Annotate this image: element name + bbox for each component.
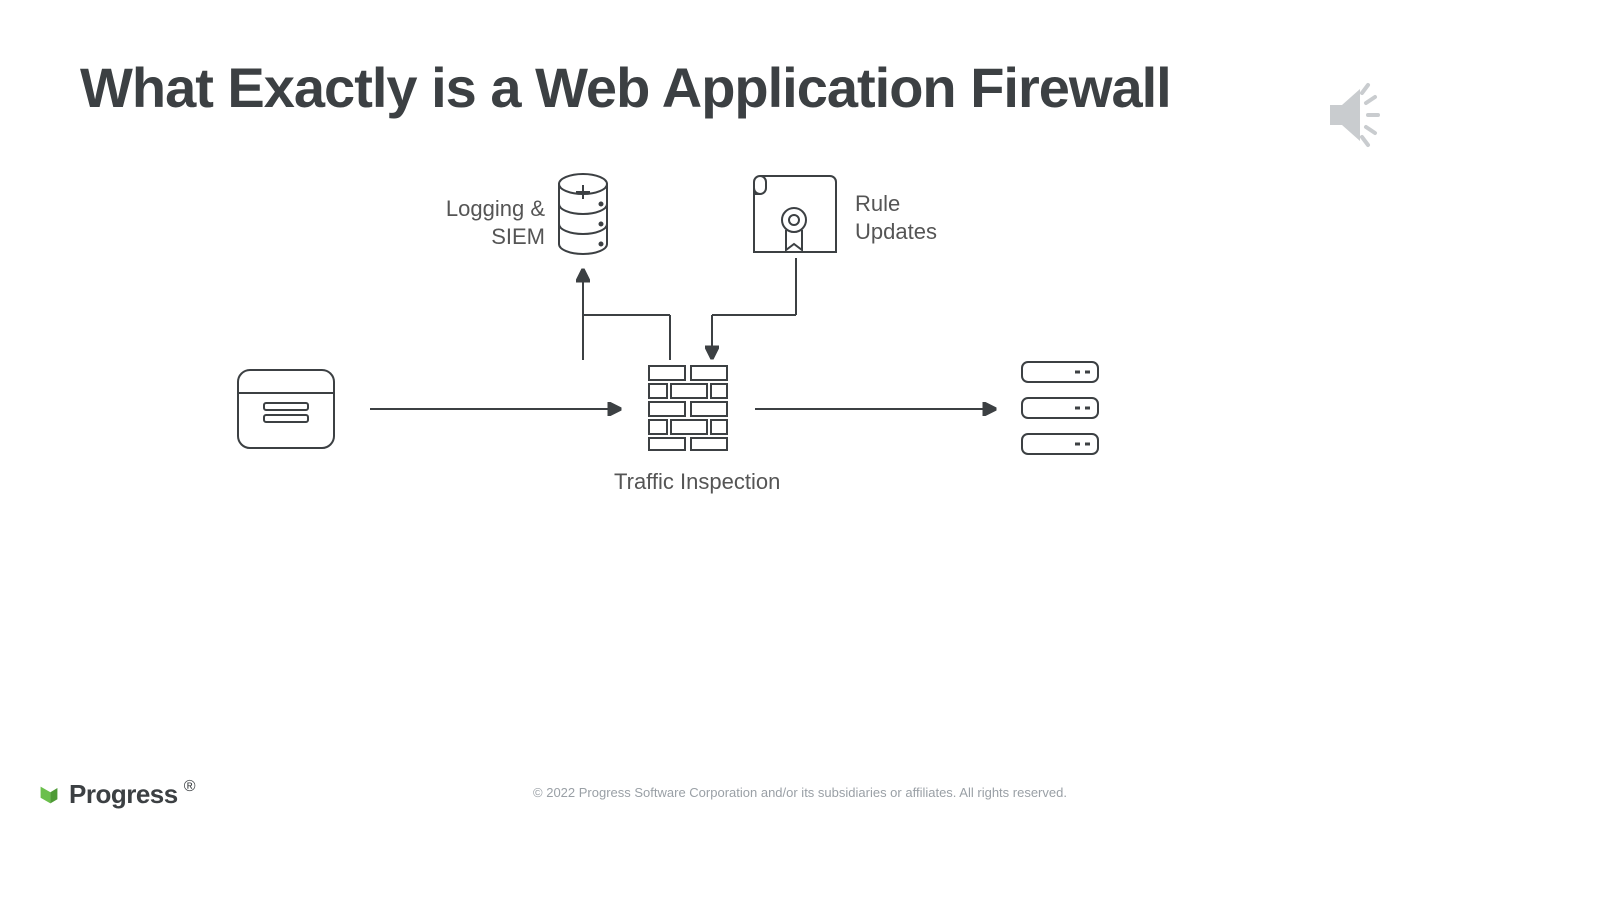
copyright-text: © 2022 Progress Software Corporation and… <box>0 785 1600 800</box>
progress-logo: Progress ® <box>35 779 196 810</box>
database-icon <box>559 174 607 254</box>
trademark: ® <box>184 778 196 796</box>
traffic-inspection-label: Traffic Inspection <box>614 468 780 496</box>
logging-label: Logging &SIEM <box>400 195 545 250</box>
speaker-icon <box>1320 75 1400 155</box>
certificate-icon <box>754 176 836 252</box>
progress-mark-icon <box>35 781 63 809</box>
progress-brand-text: Progress <box>69 779 178 810</box>
servers-icon <box>1022 362 1098 454</box>
firewall-icon <box>649 366 727 450</box>
rule-updates-label: RuleUpdates <box>855 190 937 245</box>
browser-icon <box>238 370 334 448</box>
